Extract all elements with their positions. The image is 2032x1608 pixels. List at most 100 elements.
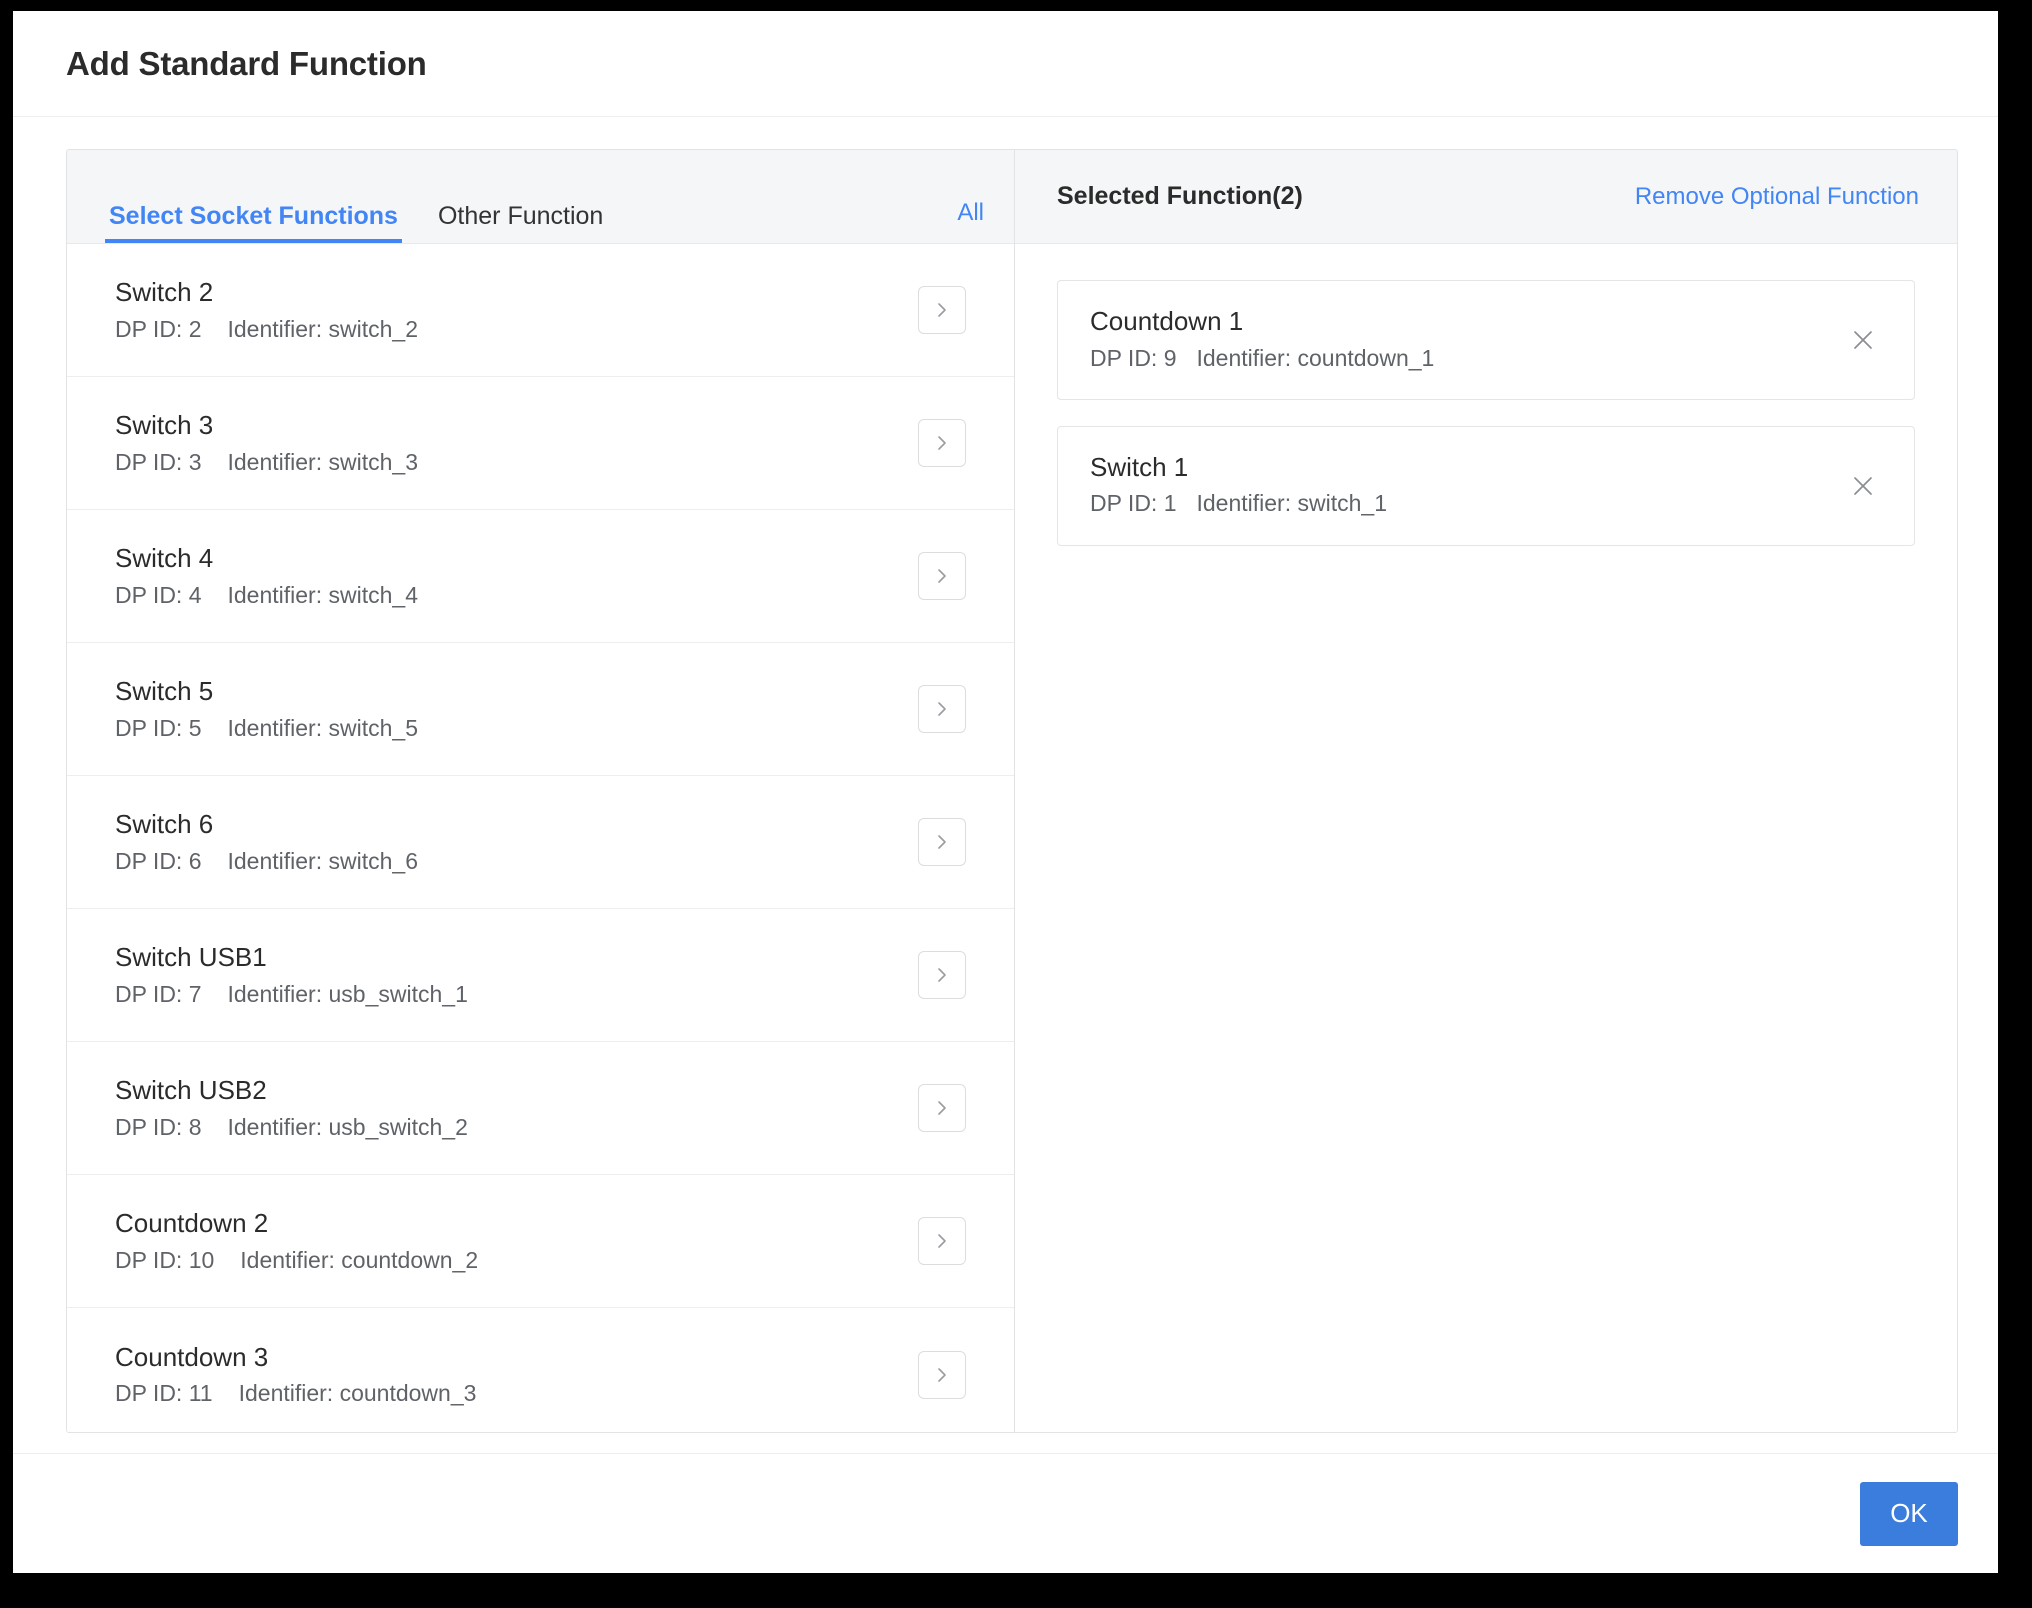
function-item-name: Countdown 2 [115,1208,269,1239]
function-item-text: Switch 3 DP ID: 3 Identifier: switch_3 [115,411,418,475]
function-tabs: Select Socket Functions Other Function [105,150,607,243]
add-function-button[interactable] [918,552,966,600]
left-panel-header: Select Socket Functions Other Function A… [67,150,1014,244]
function-item-text: Switch 5 DP ID: 5 Identifier: switch_5 [115,677,418,741]
function-list-item[interactable]: Switch 3 DP ID: 3 Identifier: switch_3 [67,377,1014,510]
function-list-item[interactable]: Switch 2 DP ID: 2 Identifier: switch_2 [67,244,1014,377]
dialog-footer: OK [13,1453,1998,1573]
function-item-dp-id: DP ID: 3 [115,448,202,475]
function-item-meta: DP ID: 8 Identifier: usb_switch_2 [115,1113,468,1140]
add-function-button[interactable] [918,286,966,334]
selected-function-meta: DP ID: 9 Identifier: countdown_1 [1090,344,1824,371]
function-item-meta: DP ID: 5 Identifier: switch_5 [115,714,418,741]
function-item-meta: DP ID: 10 Identifier: countdown_2 [115,1246,479,1273]
function-item-name: Switch 3 [115,410,214,441]
function-item-identifier: Identifier: usb_switch_1 [227,980,468,1007]
add-function-button[interactable] [918,419,966,467]
add-function-button[interactable] [918,1084,966,1132]
ok-button[interactable]: OK [1860,1481,1958,1546]
add-standard-function-dialog: Add Standard Function Select Socket Func… [13,11,1998,1573]
function-item-name: Switch 4 [115,543,214,574]
function-list-item[interactable]: Countdown 3 DP ID: 11 Identifier: countdow… [67,1308,1014,1432]
add-function-button[interactable] [918,1350,966,1399]
function-item-identifier: Identifier: countdown_2 [240,1246,479,1273]
add-function-button[interactable] [918,818,966,866]
remove-optional-function-link[interactable]: Remove Optional Function [1635,183,1919,211]
chevron-right-icon [932,1365,952,1385]
function-item-text: Switch USB2 DP ID: 8 Identifier: usb_switc… [115,1076,468,1140]
function-item-identifier: Identifier: switch_6 [227,847,418,874]
function-item-dp-id: DP ID: 5 [115,714,202,741]
tab-select-socket-functions-label: Select Socket Functions [109,202,398,230]
function-item-dp-id: DP ID: 4 [115,581,202,608]
chevron-right-icon [932,566,952,586]
tab-other-function[interactable]: Other Function [434,204,607,243]
function-item-name: Switch USB1 [115,942,267,973]
selected-function-name: Countdown 1 [1090,306,1244,336]
function-item-dp-id: DP ID: 10 [115,1246,215,1273]
function-item-text: Countdown 2 DP ID: 10 Identifier: countdow… [115,1209,478,1273]
selected-function-dp-id: DP ID: 1 [1090,490,1177,517]
selected-function-card: Switch 1 DP ID: 1 Identifier: switch_1 [1057,425,1915,546]
function-list-item[interactable]: Switch 6 DP ID: 6 Identifier: switch_6 [67,776,1014,909]
function-item-dp-id: DP ID: 8 [115,1113,202,1140]
add-function-button[interactable] [918,951,966,999]
function-item-meta: DP ID: 7 Identifier: usb_switch_1 [115,980,468,1007]
function-list-item[interactable]: Switch 4 DP ID: 4 Identifier: switch_4 [67,510,1014,643]
function-item-identifier: Identifier: countdown_3 [238,1380,477,1407]
function-item-text: Countdown 3 DP ID: 11 Identifier: countdow… [115,1341,477,1407]
function-item-name: Switch USB2 [115,1075,267,1106]
function-item-text: Switch 2 DP ID: 2 Identifier: switch_2 [115,278,418,342]
function-item-text: Switch 4 DP ID: 4 Identifier: switch_4 [115,544,418,608]
available-functions-list[interactable]: Switch 2 DP ID: 2 Identifier: switch_2 Swit… [67,244,1014,1432]
function-item-identifier: Identifier: switch_4 [227,581,418,608]
function-item-name: Switch 6 [115,809,214,840]
function-item-dp-id: DP ID: 2 [115,315,202,342]
function-list-item[interactable]: Switch USB2 DP ID: 8 Identifier: usb_switc… [67,1042,1014,1175]
chevron-right-icon [932,965,952,985]
function-item-identifier: Identifier: usb_switch_2 [227,1113,468,1140]
selected-functions-panel: Selected Function(2) Remove Optional Fun… [1015,150,1957,1432]
function-list-item[interactable]: Switch 5 DP ID: 5 Identifier: switch_5 [67,643,1014,776]
function-item-dp-id: DP ID: 7 [115,980,202,1007]
function-item-identifier: Identifier: switch_2 [227,315,418,342]
function-item-meta: DP ID: 11 Identifier: countdown_3 [115,1380,477,1407]
chevron-right-icon [932,832,952,852]
function-item-identifier: Identifier: switch_5 [227,714,418,741]
selected-function-dp-id: DP ID: 9 [1090,344,1177,371]
add-function-button[interactable] [918,685,966,733]
chevron-right-icon [932,1098,952,1118]
function-item-dp-id: DP ID: 11 [115,1380,213,1407]
tab-other-function-label: Other Function [437,202,604,230]
available-functions-panel: Select Socket Functions Other Function A… [67,150,1015,1432]
all-filter-link[interactable]: All [957,199,984,227]
selected-function-name: Switch 1 [1090,451,1189,482]
dialog-body: Select Socket Functions Other Function A… [13,117,1998,1453]
right-panel-header: Selected Function(2) Remove Optional Fun… [1015,150,1957,244]
function-item-name: Switch 2 [115,277,214,308]
function-list-item[interactable]: Switch USB1 DP ID: 7 Identifier: usb_switc… [67,909,1014,1042]
panels-container: Select Socket Functions Other Function A… [66,149,1958,1433]
selected-function-card: Countdown 1 DP ID: 9 Identifier: countdown… [1057,280,1915,400]
dialog-title: Add Standard Function [66,44,427,82]
selected-function-identifier: Identifier: switch_1 [1196,490,1387,517]
chevron-right-icon [932,433,952,453]
selected-function-title: Selected Function(2) [1057,182,1303,210]
selected-functions-list: Countdown 1 DP ID: 9 Identifier: countdown… [1015,244,1957,1432]
selected-function-meta: DP ID: 1 Identifier: switch_1 [1090,490,1824,517]
close-icon[interactable] [1846,469,1880,503]
function-item-meta: DP ID: 3 Identifier: switch_3 [115,448,418,475]
function-item-text: Switch 6 DP ID: 6 Identifier: switch_6 [115,810,418,874]
close-icon[interactable] [1846,323,1880,357]
screen: Add Standard Function Select Socket Func… [0,0,2032,1608]
dialog-header: Add Standard Function [13,11,1998,117]
chevron-right-icon [932,699,952,719]
tab-select-socket-functions[interactable]: Select Socket Functions [105,204,402,243]
function-item-name: Countdown 3 [115,1341,269,1372]
function-item-meta: DP ID: 6 Identifier: switch_6 [115,847,418,874]
function-item-identifier: Identifier: switch_3 [227,448,418,475]
function-item-text: Switch USB1 DP ID: 7 Identifier: usb_switc… [115,943,468,1007]
chevron-right-icon [932,300,952,320]
add-function-button[interactable] [918,1217,966,1265]
function-list-item[interactable]: Countdown 2 DP ID: 10 Identifier: countdow… [67,1175,1014,1308]
